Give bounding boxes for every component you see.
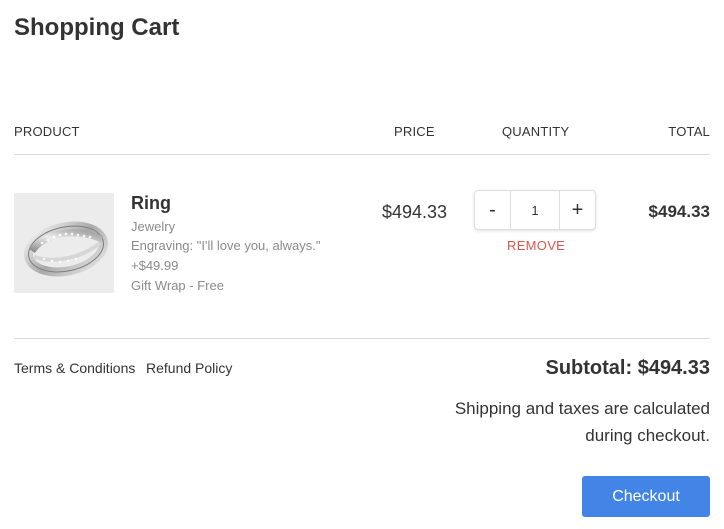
product-category: Jewelry [131, 219, 176, 234]
shipping-note: Shipping and taxes are calculated during… [454, 399, 710, 445]
refund-policy-link[interactable]: Refund Policy [146, 360, 232, 376]
product-addon-price: +$49.99 [131, 258, 179, 273]
product-gift-wrap: Gift Wrap - Free [131, 278, 224, 293]
line-total: $494.33 [648, 202, 710, 221]
column-header-price: PRICE [394, 124, 435, 139]
terms-link[interactable]: Terms & Conditions [14, 360, 135, 376]
footer-divider [14, 338, 710, 339]
page-title: Shopping Cart [14, 14, 180, 41]
quantity-stepper: - 1 + [474, 190, 596, 230]
column-header-total: TOTAL [668, 124, 710, 139]
ring-icon [14, 193, 114, 293]
product-name[interactable]: Ring [131, 193, 171, 214]
column-header-product: PRODUCT [14, 124, 80, 139]
remove-item-button[interactable]: REMOVE [507, 238, 565, 253]
shopping-cart-page: Shopping Cart PRODUCT PRICE QUANTITY TOT… [0, 0, 724, 529]
product-engraving: Engraving: "I'll love you, always." [131, 238, 321, 253]
header-divider [14, 154, 710, 155]
decrement-button[interactable]: - [475, 191, 510, 229]
column-header-quantity: QUANTITY [502, 124, 570, 139]
quantity-input[interactable]: 1 [510, 191, 560, 229]
product-image[interactable] [14, 193, 114, 293]
increment-button[interactable]: + [560, 191, 595, 229]
checkout-button[interactable]: Checkout [582, 476, 710, 517]
subtotal: Subtotal: $494.33 [545, 357, 710, 379]
product-price: $494.33 [382, 202, 448, 222]
